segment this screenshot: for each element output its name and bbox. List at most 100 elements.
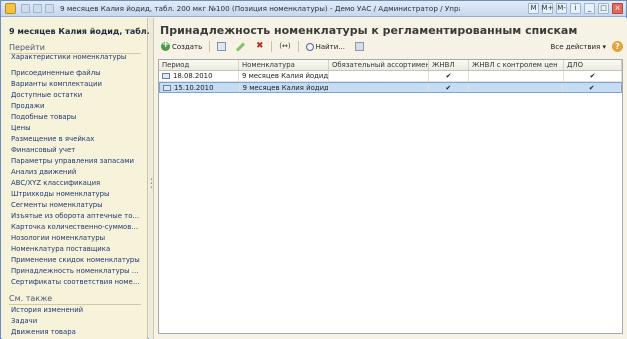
create-button[interactable]: Создать xyxy=(158,40,205,53)
set-period-button[interactable]: (↔) xyxy=(276,40,293,53)
title-bar: 9 месяцев Калия йодид, табл. 200 мкг №10… xyxy=(1,1,626,17)
copy-button[interactable] xyxy=(214,40,229,53)
nav-item-barcodes[interactable]: Штрихкоды номенклатуры xyxy=(2,189,140,200)
delete-icon: ✖ xyxy=(255,41,264,51)
table-body: 18.08.2010 9 месяцев Калия йодид,... ✔ ✔ 15.… xyxy=(159,71,622,93)
cell-mandatory xyxy=(329,83,429,92)
column-header-item[interactable]: Номенклатура xyxy=(239,60,329,70)
cell-zhnvl-check: ✔ xyxy=(429,83,469,92)
table-row[interactable]: 15.10.2010 9 месяцев Калия йодид,... ✔ ✔ xyxy=(159,82,622,93)
cell-dlo-check: ✔ xyxy=(564,71,622,81)
cell-zhnvl-price-check xyxy=(469,83,564,92)
see-also-label: См. также xyxy=(9,294,53,303)
nav-item-withdrawn-goods[interactable]: Изъятые из оборота аптечные това... xyxy=(2,211,140,222)
cell-period-text: 15.10.2010 xyxy=(174,84,214,92)
maximize-icon[interactable]: □ xyxy=(598,3,609,14)
nav-item-financial-accounting[interactable]: Финансовый учет xyxy=(2,145,140,156)
cell-period-text: 18.08.2010 xyxy=(173,72,213,80)
memory-plus-button[interactable]: M+ xyxy=(542,3,553,14)
nav-item-sales[interactable]: Продажи xyxy=(2,101,140,112)
quick-access-toolbar xyxy=(21,4,54,13)
nav-item-regulated-lists[interactable]: Принадлежность номенклатуры к р... xyxy=(2,266,140,277)
nav-item-similar-goods[interactable]: Подобные товары xyxy=(2,112,140,123)
all-actions-button[interactable]: Все действия ▾ xyxy=(551,43,606,51)
edit-button[interactable] xyxy=(233,40,248,53)
minimize-icon[interactable]: _ xyxy=(584,3,595,14)
find-button-label: Найти... xyxy=(315,42,345,51)
add-icon xyxy=(161,40,170,51)
cell-period: 15.10.2010 xyxy=(160,83,240,92)
nav-item-prices[interactable]: Цены xyxy=(2,123,140,134)
copy-icon xyxy=(217,42,227,51)
go-to-label: Перейти xyxy=(9,43,45,52)
close-icon[interactable]: × xyxy=(612,3,623,14)
period-icon: (↔) xyxy=(279,42,291,50)
nav-item-cell-placement[interactable]: Размещение в ячейках xyxy=(2,134,140,145)
toolbar-separator xyxy=(297,41,299,52)
all-actions-label: Все действия xyxy=(550,42,601,51)
navigation-panel: 9 месяцев Калия йодид, табл.... Перейти … xyxy=(2,18,159,339)
pencil-icon xyxy=(236,41,246,52)
forward-icon[interactable] xyxy=(33,4,42,13)
app-window: 9 месяцев Калия йодид, табл. 200 мкг №10… xyxy=(0,0,627,339)
nav-item-discounts[interactable]: Применение скидок номенклатуры xyxy=(2,255,140,266)
search-icon xyxy=(305,42,314,51)
object-title: 9 месяцев Калия йодид, табл.... xyxy=(9,27,159,36)
column-header-dlo[interactable]: ДЛО xyxy=(564,60,622,70)
cancel-search-button[interactable] xyxy=(352,40,367,53)
cancel-search-icon xyxy=(354,42,364,51)
list-toolbar: Создать ✖ (↔) Найти... Все действия ▾ ? xyxy=(158,39,623,54)
create-button-label: Создать xyxy=(172,42,203,51)
nav-item-attached-files[interactable]: Присоединенные файлы xyxy=(2,68,140,79)
nav-item-certificates[interactable]: Сертификаты соответствия номенк... xyxy=(2,277,140,288)
nav-item-tasks[interactable]: Задачи xyxy=(2,316,140,327)
nav-item-segments[interactable]: Сегменты номенклатуры xyxy=(2,200,140,211)
cell-dlo-check: ✔ xyxy=(563,83,621,92)
nav-item-change-history[interactable]: История изменений xyxy=(2,305,140,316)
help-icon[interactable]: ? xyxy=(612,41,623,52)
nav-item-nosologies[interactable]: Нозологии номенклатуры xyxy=(2,233,140,244)
nav-item-goods-movement[interactable]: Движения товара xyxy=(2,327,140,338)
splitter-grip-icon[interactable]: • • • xyxy=(150,178,153,191)
table-header: Период Номенклатура Обязательный ассорти… xyxy=(159,60,622,71)
cell-zhnvl-check: ✔ xyxy=(429,71,469,81)
toolbar-separator xyxy=(209,41,211,52)
see-also-list: История изменений Задачи Движения товара xyxy=(2,305,148,338)
column-header-zhnvl-price[interactable]: ЖНВЛ с контролем цен xyxy=(469,60,564,70)
nav-item-characteristics[interactable]: Характеристики номенклатуры xyxy=(2,52,140,63)
cell-mandatory xyxy=(329,71,429,81)
nav-item-stock-params[interactable]: Параметры управления запасами xyxy=(2,156,140,167)
cell-zhnvl-price-check xyxy=(469,71,564,81)
memory-minus-button[interactable]: M- xyxy=(556,3,567,14)
regulated-lists-table: Период Номенклатура Обязательный ассорти… xyxy=(158,59,623,334)
nav-item-available-stock[interactable]: Доступные остатки xyxy=(2,90,140,101)
nav-item-movement-analysis[interactable]: Анализ движений xyxy=(2,167,140,178)
nav-item-abc-xyz[interactable]: ABC/XYZ классификация xyxy=(2,178,140,189)
delete-button[interactable]: ✖ xyxy=(252,40,267,53)
cell-item: 9 месяцев Калия йодид,... xyxy=(239,71,329,81)
info-icon[interactable]: i xyxy=(570,3,581,14)
find-button[interactable]: Найти... xyxy=(303,40,348,53)
toolbar-separator xyxy=(271,41,273,52)
back-icon[interactable] xyxy=(21,4,30,13)
column-header-period[interactable]: Период xyxy=(159,60,239,70)
go-to-list: Характеристики номенклатуры Присоединенн… xyxy=(2,52,148,288)
nav-item-supplier-items[interactable]: Номенклатура поставщика xyxy=(2,244,140,255)
nav-item-kit-variants[interactable]: Варианты комплектации xyxy=(2,79,140,90)
nav-item-quantity-card[interactable]: Карточка количественно-суммового... xyxy=(2,222,140,233)
favorites-icon[interactable] xyxy=(45,4,54,13)
memory-button[interactable]: M xyxy=(528,3,539,14)
column-header-zhnvl[interactable]: ЖНВЛ xyxy=(429,60,469,70)
column-header-mandatory[interactable]: Обязательный ассортимент xyxy=(329,60,429,70)
app-logo-icon xyxy=(5,3,16,14)
title-controls: M M+ M- i _ □ × xyxy=(528,3,626,14)
toolbar-right: Все действия ▾ ? xyxy=(551,41,623,52)
record-icon xyxy=(163,85,171,91)
cell-period: 18.08.2010 xyxy=(159,71,239,81)
page-title: Принадлежность номенклатуры к регламенти… xyxy=(160,24,578,37)
record-icon xyxy=(162,73,170,79)
window-title: 9 месяцев Калия йодид, табл. 200 мкг №10… xyxy=(60,4,460,13)
cell-item: 9 месяцев Калия йодид,... xyxy=(240,83,330,92)
table-row[interactable]: 18.08.2010 9 месяцев Калия йодид,... ✔ ✔ xyxy=(159,71,622,82)
content-panel: Принадлежность номенклатуры к регламенти… xyxy=(154,18,627,339)
